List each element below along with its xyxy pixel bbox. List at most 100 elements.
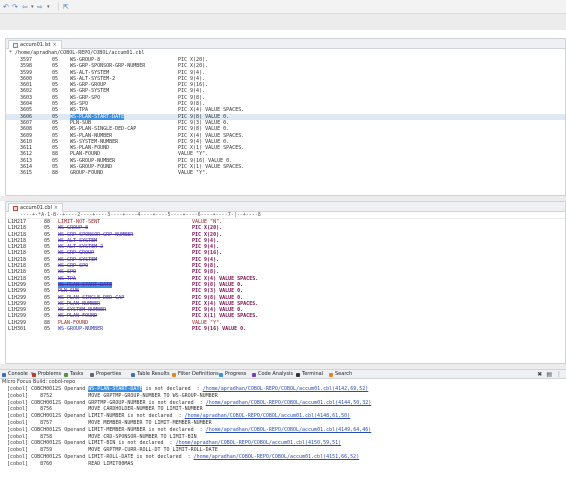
console-actions: ✖ ▤ ⋮ xyxy=(537,371,562,378)
tab-terminal[interactable]: Terminal xyxy=(296,371,323,378)
listing-editor: accum01.lst × * /home/apradhan/COBOL-REP… xyxy=(5,38,566,196)
console-line: [cobol] COBCH0012S Operand WS-PLAN-START… xyxy=(0,386,566,393)
console-text: [cobol] COBCH0012S Operand LIMIT-MEMBER-… xyxy=(7,426,206,433)
source-location-link[interactable]: /home/apradhan/COBOL-REPO/COBOL/accum01.… xyxy=(185,413,351,419)
display-console-icon[interactable]: ▤ xyxy=(546,371,552,378)
console-tabbar: ✖ ▤ ⋮ Console× Problems Tasks Properties Tab… xyxy=(0,370,566,379)
filter-icon xyxy=(172,372,176,377)
console-line: [cobol] 8760 READ LIMIT00MAS xyxy=(0,461,566,468)
tab-code-analysis[interactable]: Code Analysis xyxy=(252,371,293,378)
tab-search[interactable]: Search xyxy=(329,371,352,378)
console-line: [cobol] COBCH0012S Operand GRPTMP-GROUP-… xyxy=(0,400,566,407)
source-line[interactable]: L1H301 05 WS-GROUP-NUMBER PIC 9(16) VALUE 0… xyxy=(6,326,565,332)
tab-console[interactable]: Console× xyxy=(2,371,34,378)
search-icon xyxy=(329,372,333,377)
file-path: * /home/apradhan/COBOL-REPO/COBOL/accum0… xyxy=(9,50,145,56)
field-name: WS-GROUP-NUMBER xyxy=(58,326,104,333)
terminal-icon xyxy=(296,372,300,377)
console-line: [cobol] 8758 MOVE CRD-SPONSOR-NUMBER TO … xyxy=(0,434,566,441)
console-text: [cobol] 8752 MOVE GRPTMP-GROUP-NUMBER TO… xyxy=(7,392,218,399)
tab-label: Filter Definitions xyxy=(178,371,219,377)
picture-clause: VALUE "Y". xyxy=(178,170,209,177)
close-icon[interactable]: × xyxy=(54,204,58,212)
tab-label: Properties xyxy=(96,371,122,377)
console-line: [cobol] 8752 MOVE GRPTMP-GROUP-NUMBER TO… xyxy=(0,393,566,400)
back-icon[interactable]: ⇦ xyxy=(22,3,28,11)
tab-label: Table Results xyxy=(137,371,170,377)
console-line: [cobol] 8759 MOVE GRPTMP-CURR-ROLL-DT TO… xyxy=(0,447,566,454)
listing-lines[interactable]: 3597 05 WS-GROUP-8 PIC X(20). 3598 05 WS-GRP-S… xyxy=(6,57,565,177)
tab-accum01-lst[interactable]: accum01.lst × xyxy=(8,40,62,49)
main-toolbar: ↶ ↷ ⇦ ▾ ⇨ ▾ │ ⇱ xyxy=(0,0,566,14)
listing-line[interactable]: 3615 88 GROUP-FOUND VALUE "Y". xyxy=(6,170,565,176)
tab-progress[interactable]: Progress xyxy=(219,371,246,378)
source-location-link[interactable]: /home/apradhan/COBOL-REPO/COBOL/accum01.… xyxy=(206,400,372,406)
tab-label: Search xyxy=(335,371,353,377)
highlighted-operand: WS-PLAN-START-DATE xyxy=(88,386,143,392)
field-name: GROUP-FOUND xyxy=(70,170,104,177)
source-lines[interactable]: L1H217 88 LIMIT-NOT-SENT VALUE "N". L1H218 05… xyxy=(6,219,565,332)
tab-problems[interactable]: Problems xyxy=(32,371,61,378)
tab-accum01-cbl[interactable]: accum01.cbl × xyxy=(8,203,64,212)
source-editor-tabbar: accum01.cbl × xyxy=(6,202,565,212)
tab-label: Progress xyxy=(225,371,247,377)
progress-icon xyxy=(219,372,223,377)
terminate-icon[interactable]: ✖ xyxy=(537,371,542,378)
console-text: [cobol] COBCH0012S Operand LIMIT-BIN is … xyxy=(7,440,176,447)
cobol-file-icon xyxy=(13,205,18,211)
listing-editor-tabbar: accum01.lst × xyxy=(6,39,565,49)
console-view: ✖ ▤ ⋮ Console× Problems Tasks Properties Tab… xyxy=(0,369,566,479)
console-icon xyxy=(2,372,6,377)
table-results-icon xyxy=(131,372,135,377)
source-location-link[interactable]: /home/apradhan/COBOL-REPO/COBOL/accum01.… xyxy=(194,454,360,460)
console-line: [cobol] COBCH0012S Operand LIMIT-BIN is … xyxy=(0,440,566,447)
view-menu-icon[interactable]: ⋮ xyxy=(556,371,562,378)
console-text: [cobol] 8757 MOVE MEMBER-NUMBER TO LIMIT… xyxy=(7,419,212,426)
console-text: [cobol] COBCH0012S Operand xyxy=(7,386,89,392)
console-line: [cobol] COBCH0012S Operand LIMIT-MEMBER-… xyxy=(0,427,566,434)
tab-properties[interactable]: Properties xyxy=(90,371,121,378)
back-dropdown-icon[interactable]: ▾ xyxy=(31,3,34,11)
problems-icon xyxy=(32,372,36,377)
properties-icon xyxy=(90,372,94,377)
tab-table-results[interactable]: Table Results xyxy=(131,371,170,378)
console-line: [cobol] COBCH0012S Operand LIMIT-ROLL-DA… xyxy=(0,454,566,461)
redo-icon[interactable]: ↷ xyxy=(12,3,18,11)
console-text: is not declared : xyxy=(142,386,203,392)
console-text: [cobol] 8759 MOVE GRPTMP-CURR-ROLL-DT TO… xyxy=(7,447,218,454)
console-title: Micro Focus Build: cobol-repo xyxy=(2,379,76,385)
tab-label: accum01.lst xyxy=(20,42,51,48)
toolbar-separator: │ xyxy=(56,3,61,11)
console-output[interactable]: [cobol] COBCH0012S Operand WS-PLAN-START… xyxy=(0,386,566,468)
picture-clause: PIC 9(16) VALUE 0. xyxy=(192,326,247,333)
console-text: [cobol] 8756 MOVE CARDHOLDER-NUMBER TO L… xyxy=(7,406,203,413)
column-ruler: ----+-*A-1-B--+----2----+----3----+----4… xyxy=(6,212,565,219)
workspace-gap xyxy=(0,14,566,30)
console-line: [cobol] 8757 MOVE MEMBER-NUMBER TO LIMIT… xyxy=(0,420,566,427)
tasks-icon xyxy=(64,372,68,377)
tab-label: Problems xyxy=(38,371,62,377)
file-icon xyxy=(13,42,18,48)
tab-label: Tasks xyxy=(70,371,84,377)
forward-dropdown-icon[interactable]: ▾ xyxy=(47,3,50,11)
sequence-number: L1H301 xyxy=(8,326,27,333)
console-text: [cobol] 8760 READ LIMIT00MAS xyxy=(7,460,134,467)
console-line: [cobol] COBCH0012S Operand LIMIT-NUMBER … xyxy=(0,413,566,420)
level-number: 88 xyxy=(52,170,59,177)
console-line: [cobol] 8756 MOVE CARDHOLDER-NUMBER TO L… xyxy=(0,406,566,413)
level-number: 05 xyxy=(44,326,51,333)
console-text: [cobol] COBCH0012S Operand GRPTMP-GROUP-… xyxy=(7,399,206,406)
tab-filter-definitions[interactable]: Filter Definitions xyxy=(172,371,219,378)
tab-label: Code Analysis xyxy=(258,371,293,377)
console-text: [cobol] 8758 MOVE CRD-SPONSOR-NUMBER TO … xyxy=(7,433,197,440)
undo-icon[interactable]: ↶ xyxy=(3,3,9,11)
tab-tasks[interactable]: Tasks xyxy=(64,371,83,378)
tab-label: Terminal xyxy=(302,371,324,377)
external-link-icon[interactable]: ⇱ xyxy=(63,3,69,11)
source-location-link[interactable]: /home/apradhan/COBOL-REPO/COBOL/accum01.… xyxy=(203,386,369,392)
source-location-link[interactable]: /home/apradhan/COBOL-REPO/COBOL/accum01.… xyxy=(176,440,342,446)
console-text: [cobol] COBCH0012S Operand LIMIT-NUMBER … xyxy=(7,413,185,420)
close-icon[interactable]: × xyxy=(53,41,57,49)
source-location-link[interactable]: /home/apradhan/COBOL-REPO/COBOL/accum01.… xyxy=(206,427,372,433)
forward-icon[interactable]: ⇨ xyxy=(37,3,43,11)
